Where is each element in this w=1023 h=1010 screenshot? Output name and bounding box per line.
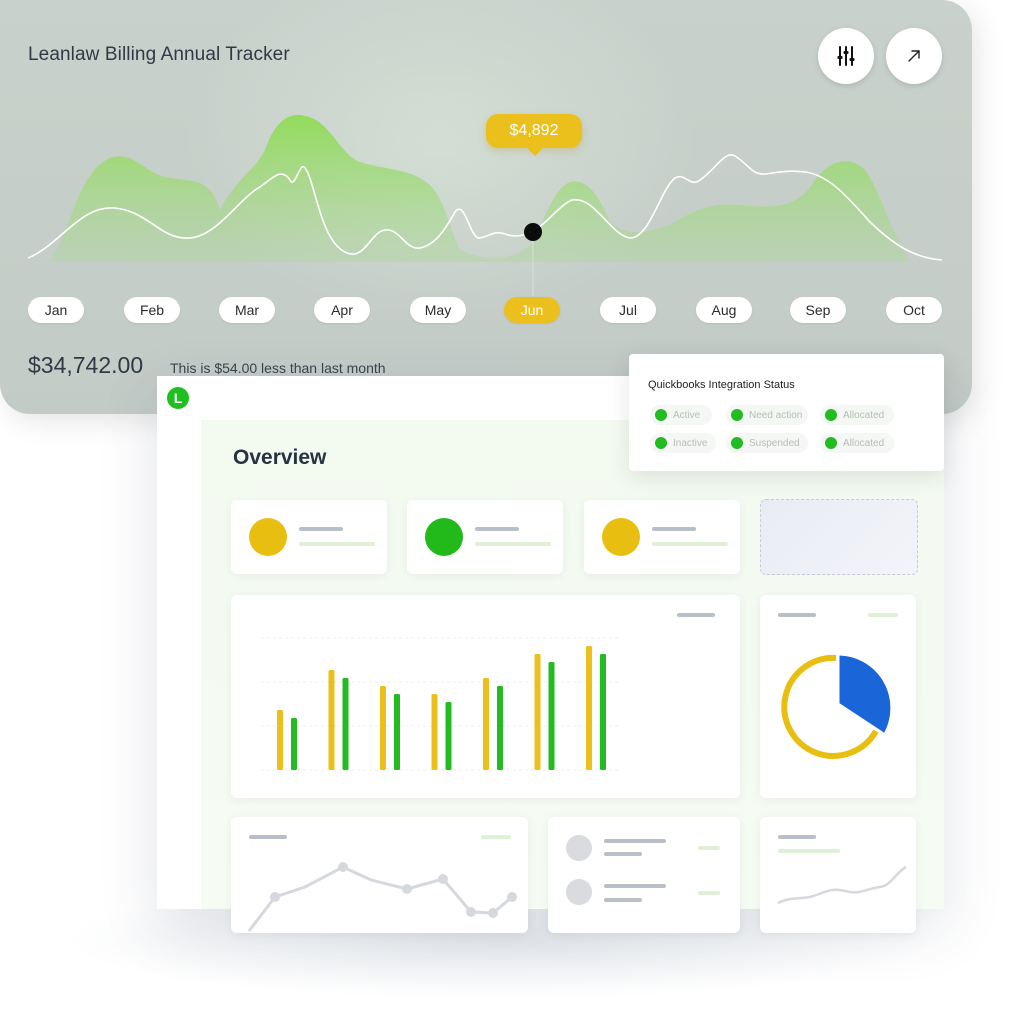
stat-icon bbox=[249, 518, 287, 556]
status-label: Suspended bbox=[749, 437, 800, 449]
status-dot-icon bbox=[731, 437, 743, 449]
list-text-placeholder bbox=[604, 852, 642, 856]
list-text-placeholder bbox=[604, 839, 666, 843]
status-label: Inactive bbox=[673, 437, 708, 449]
month-pill-aug[interactable]: Aug bbox=[696, 297, 752, 323]
month-pill-oct[interactable]: Oct bbox=[886, 297, 942, 323]
billing-tracker-card: Leanlaw Billing Annual Tracker $4,892 Ja… bbox=[0, 0, 972, 414]
app-logo[interactable]: L bbox=[167, 387, 189, 409]
sliders-icon bbox=[837, 46, 855, 66]
status-item-suspended[interactable]: Suspended bbox=[726, 433, 808, 453]
arrow-up-right-icon bbox=[908, 50, 920, 62]
month-pill-jul[interactable]: Jul bbox=[600, 297, 656, 323]
sparkline-card bbox=[760, 817, 916, 933]
list-avatar bbox=[566, 879, 592, 905]
status-item-inactive[interactable]: Inactive bbox=[650, 433, 716, 453]
line-chart bbox=[247, 862, 517, 932]
total-comparison-note: This is $54.00 less than last month bbox=[170, 360, 386, 376]
stat-label-placeholder bbox=[299, 527, 343, 531]
sidebar: L bbox=[157, 376, 201, 909]
bar-series2-6 bbox=[548, 662, 555, 770]
status-dot-icon bbox=[825, 437, 837, 449]
bar-series1-2 bbox=[328, 670, 335, 770]
status-label: Allocated bbox=[843, 409, 885, 421]
month-pill-sep[interactable]: Sep bbox=[790, 297, 846, 323]
expand-button[interactable] bbox=[886, 28, 942, 84]
list-text-placeholder bbox=[604, 898, 642, 902]
status-popup-title: Quickbooks Integration Status bbox=[648, 379, 795, 391]
pie-slice-blue bbox=[839, 655, 891, 733]
status-item-allocated[interactable]: Allocated bbox=[820, 405, 894, 425]
value-tooltip: $4,892 bbox=[486, 114, 582, 148]
bar-series2-5 bbox=[497, 686, 503, 770]
bar-chart-card bbox=[231, 595, 740, 798]
total-amount: $34,742.00 bbox=[28, 352, 144, 378]
status-item-need-action[interactable]: Need action bbox=[726, 405, 808, 425]
list-card bbox=[548, 817, 740, 933]
bar-series2-1 bbox=[291, 718, 297, 770]
status-dot-icon bbox=[655, 409, 667, 421]
stat-label-placeholder bbox=[475, 527, 519, 531]
status-label: Allocated bbox=[843, 437, 885, 449]
month-pill-jun[interactable]: Jun bbox=[504, 297, 560, 323]
stat-card[interactable] bbox=[407, 500, 563, 574]
stat-label-placeholder bbox=[652, 527, 696, 531]
page-title: Overview bbox=[233, 446, 327, 469]
list-badge-placeholder bbox=[698, 846, 720, 850]
stat-icon bbox=[425, 518, 463, 556]
stat-value-placeholder bbox=[299, 542, 375, 546]
bar-series1-6 bbox=[534, 654, 541, 770]
status-item-active[interactable]: Active bbox=[650, 405, 712, 425]
pie-chart bbox=[781, 654, 891, 759]
month-pill-feb[interactable]: Feb bbox=[124, 297, 180, 323]
status-dot-icon bbox=[731, 409, 743, 421]
bar-series1-1 bbox=[277, 710, 283, 770]
list-avatar bbox=[566, 835, 592, 861]
integration-status-popup: Quickbooks Integration Status Active Nee… bbox=[629, 354, 944, 471]
status-item-allocated-2[interactable]: Allocated bbox=[820, 433, 894, 453]
empty-card-placeholder[interactable] bbox=[760, 499, 918, 575]
sparkline bbox=[777, 865, 907, 905]
status-dot-icon bbox=[825, 409, 837, 421]
filter-button[interactable] bbox=[818, 28, 874, 84]
bar-chart bbox=[261, 637, 621, 771]
stat-card[interactable] bbox=[231, 500, 387, 574]
line-chart-card bbox=[231, 817, 528, 933]
selected-point bbox=[524, 223, 542, 241]
status-label: Active bbox=[673, 409, 701, 421]
list-badge-placeholder bbox=[698, 891, 720, 895]
bar-series2-4 bbox=[445, 702, 452, 770]
stat-value-placeholder bbox=[475, 542, 551, 546]
bar-series1-7 bbox=[586, 646, 592, 770]
green-area-series bbox=[50, 115, 910, 262]
month-pill-may[interactable]: May bbox=[410, 297, 466, 323]
stat-icon bbox=[602, 518, 640, 556]
status-dot-icon bbox=[655, 437, 667, 449]
stat-card[interactable] bbox=[584, 500, 740, 574]
bar-series1-4 bbox=[431, 694, 438, 770]
status-label: Need action bbox=[749, 409, 803, 421]
bar-series1-5 bbox=[483, 678, 489, 770]
bar-series2-7 bbox=[600, 654, 606, 770]
bar-series1-3 bbox=[380, 686, 386, 770]
month-pill-jan[interactable]: Jan bbox=[28, 297, 84, 323]
month-pill-apr[interactable]: Apr bbox=[314, 297, 370, 323]
list-text-placeholder bbox=[604, 884, 666, 888]
bar-series2-3 bbox=[394, 694, 400, 770]
month-pill-mar[interactable]: Mar bbox=[219, 297, 275, 323]
stat-value-placeholder bbox=[652, 542, 728, 546]
tracker-title: Leanlaw Billing Annual Tracker bbox=[28, 44, 290, 65]
bar-series2-2 bbox=[342, 678, 349, 770]
pie-chart-card bbox=[760, 595, 916, 798]
